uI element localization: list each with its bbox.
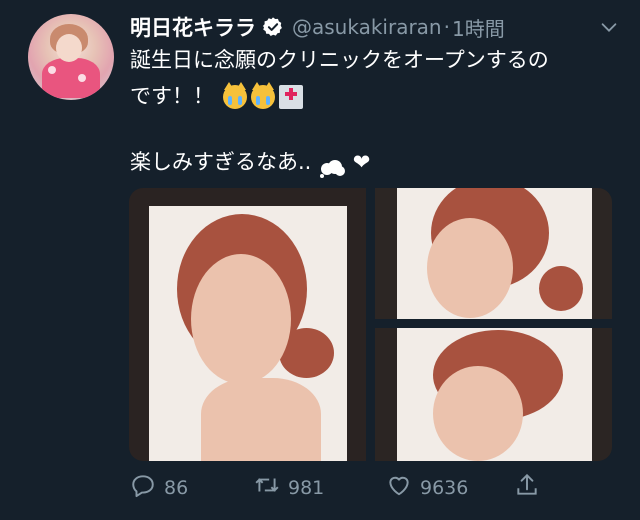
media-grid[interactable] (129, 188, 612, 461)
tweet-text-line-2: です！！ (130, 79, 303, 113)
heart-emoji: ❤ (352, 150, 371, 174)
crying-cat-emoji-icon (222, 82, 247, 109)
verified-badge-icon (262, 16, 284, 38)
avatar-face-shape (56, 34, 82, 62)
share-icon (514, 472, 540, 503)
photo-1[interactable] (129, 188, 366, 461)
timestamp[interactable]: 1時間 (452, 13, 505, 42)
avatar-decoration (78, 74, 86, 82)
photo-1-shoulders (201, 378, 321, 461)
tweet-text-line-3-text: 楽しみすぎるなあ.. (130, 150, 312, 174)
like-button[interactable]: 9636 (386, 472, 468, 503)
hospital-emoji-icon (278, 85, 303, 109)
photo-3[interactable] (375, 328, 612, 461)
reply-count: 86 (164, 476, 189, 499)
retweet-button[interactable]: 981 (254, 472, 324, 503)
profile-avatar[interactable] (28, 14, 114, 100)
heart-icon (386, 472, 412, 503)
reply-button[interactable]: 86 (130, 472, 188, 503)
share-button[interactable] (514, 472, 540, 503)
tweet-actions: 86 981 9636 (130, 472, 620, 506)
tweet-text-line-1: 誕生日に念願のクリニックをオープンするの (130, 48, 549, 72)
separator-dot: · (443, 15, 450, 39)
crying-cat-emoji-icon (250, 82, 275, 109)
photo-1-face (191, 254, 291, 384)
avatar-decoration (48, 66, 56, 74)
chevron-down-icon[interactable] (598, 16, 620, 38)
photo-2-face (427, 218, 513, 318)
tweet-header: 明日花キララ @asukakiraran · 1時間 (130, 12, 620, 42)
retweet-icon (254, 472, 280, 503)
tweet-text-line-3: 楽しみすぎるなあ.. ❤ (130, 145, 370, 179)
user-handle[interactable]: @asukakiraran (292, 15, 442, 39)
photo-3-face (433, 366, 523, 461)
tweet-text-line-2-prefix: です！！ (130, 84, 214, 108)
emoji-group (222, 82, 303, 109)
like-count: 9636 (420, 476, 469, 499)
photo-2-ponytail (539, 266, 583, 311)
display-name[interactable]: 明日花キララ (130, 12, 256, 42)
photo-2[interactable] (375, 188, 612, 319)
retweet-count: 981 (288, 476, 325, 499)
reply-icon (130, 472, 156, 503)
avatar-dress-shape (42, 58, 100, 98)
thought-balloon-emoji-icon (318, 154, 346, 178)
